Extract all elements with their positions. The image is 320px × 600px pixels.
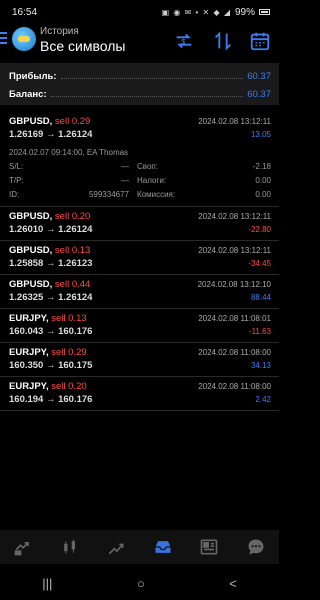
chart-icon[interactable]	[59, 536, 81, 558]
sl-label: S/L:	[9, 161, 24, 171]
tp-label: T/P:	[9, 175, 24, 185]
deal-symbol: EURJPY,	[9, 347, 49, 358]
deal-item[interactable]: GBPUSD, sell 0.44 1.26325 → 1.26124 2024…	[0, 275, 279, 309]
profit-row: Прибыль: 60.37	[9, 68, 271, 84]
deal-profit: -34.45	[248, 259, 271, 268]
deal-profit: -22.80	[248, 225, 271, 234]
menu-icon[interactable]	[0, 32, 10, 50]
deal-prices: 1.26325 → 1.26124	[9, 292, 93, 303]
deal-time: 2024.02.08 11:08:00	[198, 348, 271, 357]
deal-symbol: EURJPY,	[9, 313, 49, 324]
deal-item[interactable]: GBPUSD, sell 0.29 1.26169 → 1.26124 2024…	[0, 112, 279, 207]
deal-time: 2024.02.08 13:12:11	[198, 212, 271, 221]
notification-icons: ▣ ◉ ✉ • ✕ ◆ ◢	[161, 7, 231, 17]
messages-icon[interactable]	[245, 536, 267, 558]
deal-item[interactable]: EURJPY, sell 0.13 160.043 → 160.176 2024…	[0, 309, 279, 343]
balance-row: Баланс: 60.37	[9, 86, 271, 102]
sort-icon[interactable]	[212, 30, 234, 52]
deal-symbol: GBPUSD,	[9, 245, 53, 256]
trade-icon[interactable]	[105, 536, 127, 558]
swap-label: Своп:	[137, 161, 158, 171]
deal-time: 2024.02.08 11:08:00	[198, 382, 271, 391]
deal-side: sell 0.29	[48, 347, 87, 358]
bottom-nav	[0, 530, 279, 564]
history-icon[interactable]	[152, 536, 174, 558]
deal-time: 2024.02.08 13:12:11	[198, 246, 271, 255]
deal-item[interactable]: EURJPY, sell 0.20 160.194 → 160.176 2024…	[0, 377, 279, 411]
taxes-label: Налоги:	[137, 175, 167, 185]
deal-time: 2024.02.08 13:12:11	[198, 117, 271, 126]
balance-label: Баланс:	[9, 88, 47, 100]
deal-profit: 13.05	[250, 130, 271, 139]
swap-value: -2.18	[252, 161, 271, 171]
deal-profit: -11.63	[248, 327, 271, 336]
deal-side: sell 0.44	[52, 279, 91, 290]
deal-symbol: GBPUSD,	[9, 211, 53, 222]
app-logo[interactable]	[12, 27, 36, 51]
battery-percent: 99%	[234, 6, 255, 18]
balance-value: 60.37	[247, 88, 271, 100]
system-nav: ||| ○ <	[0, 567, 279, 600]
deal-time: 2024.02.08 13:12:10	[197, 280, 271, 289]
deal-profit: 88.44	[250, 293, 271, 302]
id-label: ID:	[9, 189, 20, 199]
deal-open-info: 2024.02.07 09:14:00, EA Thomas	[9, 147, 129, 157]
svg-text:$: $	[181, 37, 185, 46]
recent-apps-button[interactable]: |||	[42, 576, 52, 591]
deal-prices: 1.26010 → 1.26124	[9, 224, 93, 235]
deal-prices: 1.25858 → 1.26123	[9, 258, 93, 269]
battery-icon	[259, 9, 270, 15]
tp-value: —	[121, 175, 129, 185]
id-value: 599334677	[88, 189, 129, 199]
page-subtitle: История	[40, 26, 79, 37]
profit-label: Прибыль:	[9, 70, 57, 82]
deal-side: sell 0.20	[52, 211, 91, 222]
deal-profit: 2.42	[255, 395, 271, 404]
deal-prices: 1.26169 → 1.26124	[9, 129, 93, 140]
commission-label: Комиссия:	[137, 189, 176, 199]
deal-symbol: GBPUSD,	[9, 279, 53, 290]
app-header: История Все символы $	[0, 24, 279, 62]
account-summary: Прибыль: 60.37 Баланс: 60.37	[0, 63, 279, 105]
news-icon[interactable]	[198, 536, 220, 558]
deals-list: GBPUSD, sell 0.29 1.26169 → 1.26124 2024…	[0, 112, 279, 411]
commission-value: 0.00	[255, 189, 271, 199]
deal-prices: 160.043 → 160.176	[9, 326, 93, 337]
deal-side: sell 0.20	[48, 381, 87, 392]
sl-value: —	[121, 161, 129, 171]
deal-details: 2024.02.07 09:14:00, EA Thomas S/L: — Св…	[9, 145, 271, 201]
deal-item[interactable]: EURJPY, sell 0.29 160.350 → 160.175 2024…	[0, 343, 279, 377]
deal-time: 2024.02.08 11:08:01	[198, 314, 271, 323]
deal-side: sell 0.13	[48, 313, 87, 324]
deal-profit: 34.13	[250, 361, 271, 370]
deal-item[interactable]: GBPUSD, sell 0.20 1.26010 → 1.26124 2024…	[0, 207, 279, 241]
page-title: Все символы	[40, 38, 126, 54]
deal-symbol: GBPUSD,	[9, 116, 53, 127]
profit-value: 60.37	[247, 70, 271, 82]
deal-prices: 160.194 → 160.176	[9, 394, 93, 405]
status-bar: 16:54 ▣ ◉ ✉ • ✕ ◆ ◢ 99%	[0, 0, 279, 24]
status-time: 16:54	[12, 6, 38, 18]
title-block[interactable]: История Все символы	[40, 26, 125, 54]
home-button[interactable]: ○	[137, 576, 145, 591]
back-button[interactable]: <	[229, 576, 237, 591]
deal-side: sell 0.29	[52, 116, 91, 127]
deal-symbol: EURJPY,	[9, 381, 49, 392]
taxes-value: 0.00	[255, 175, 271, 185]
quotes-icon[interactable]	[12, 536, 34, 558]
currency-exchange-icon[interactable]: $	[173, 30, 195, 52]
deal-prices: 160.350 → 160.175	[9, 360, 93, 371]
calendar-icon[interactable]	[249, 30, 271, 52]
deal-side: sell 0.13	[52, 245, 91, 256]
deal-item[interactable]: GBPUSD, sell 0.13 1.25858 → 1.26123 2024…	[0, 241, 279, 275]
